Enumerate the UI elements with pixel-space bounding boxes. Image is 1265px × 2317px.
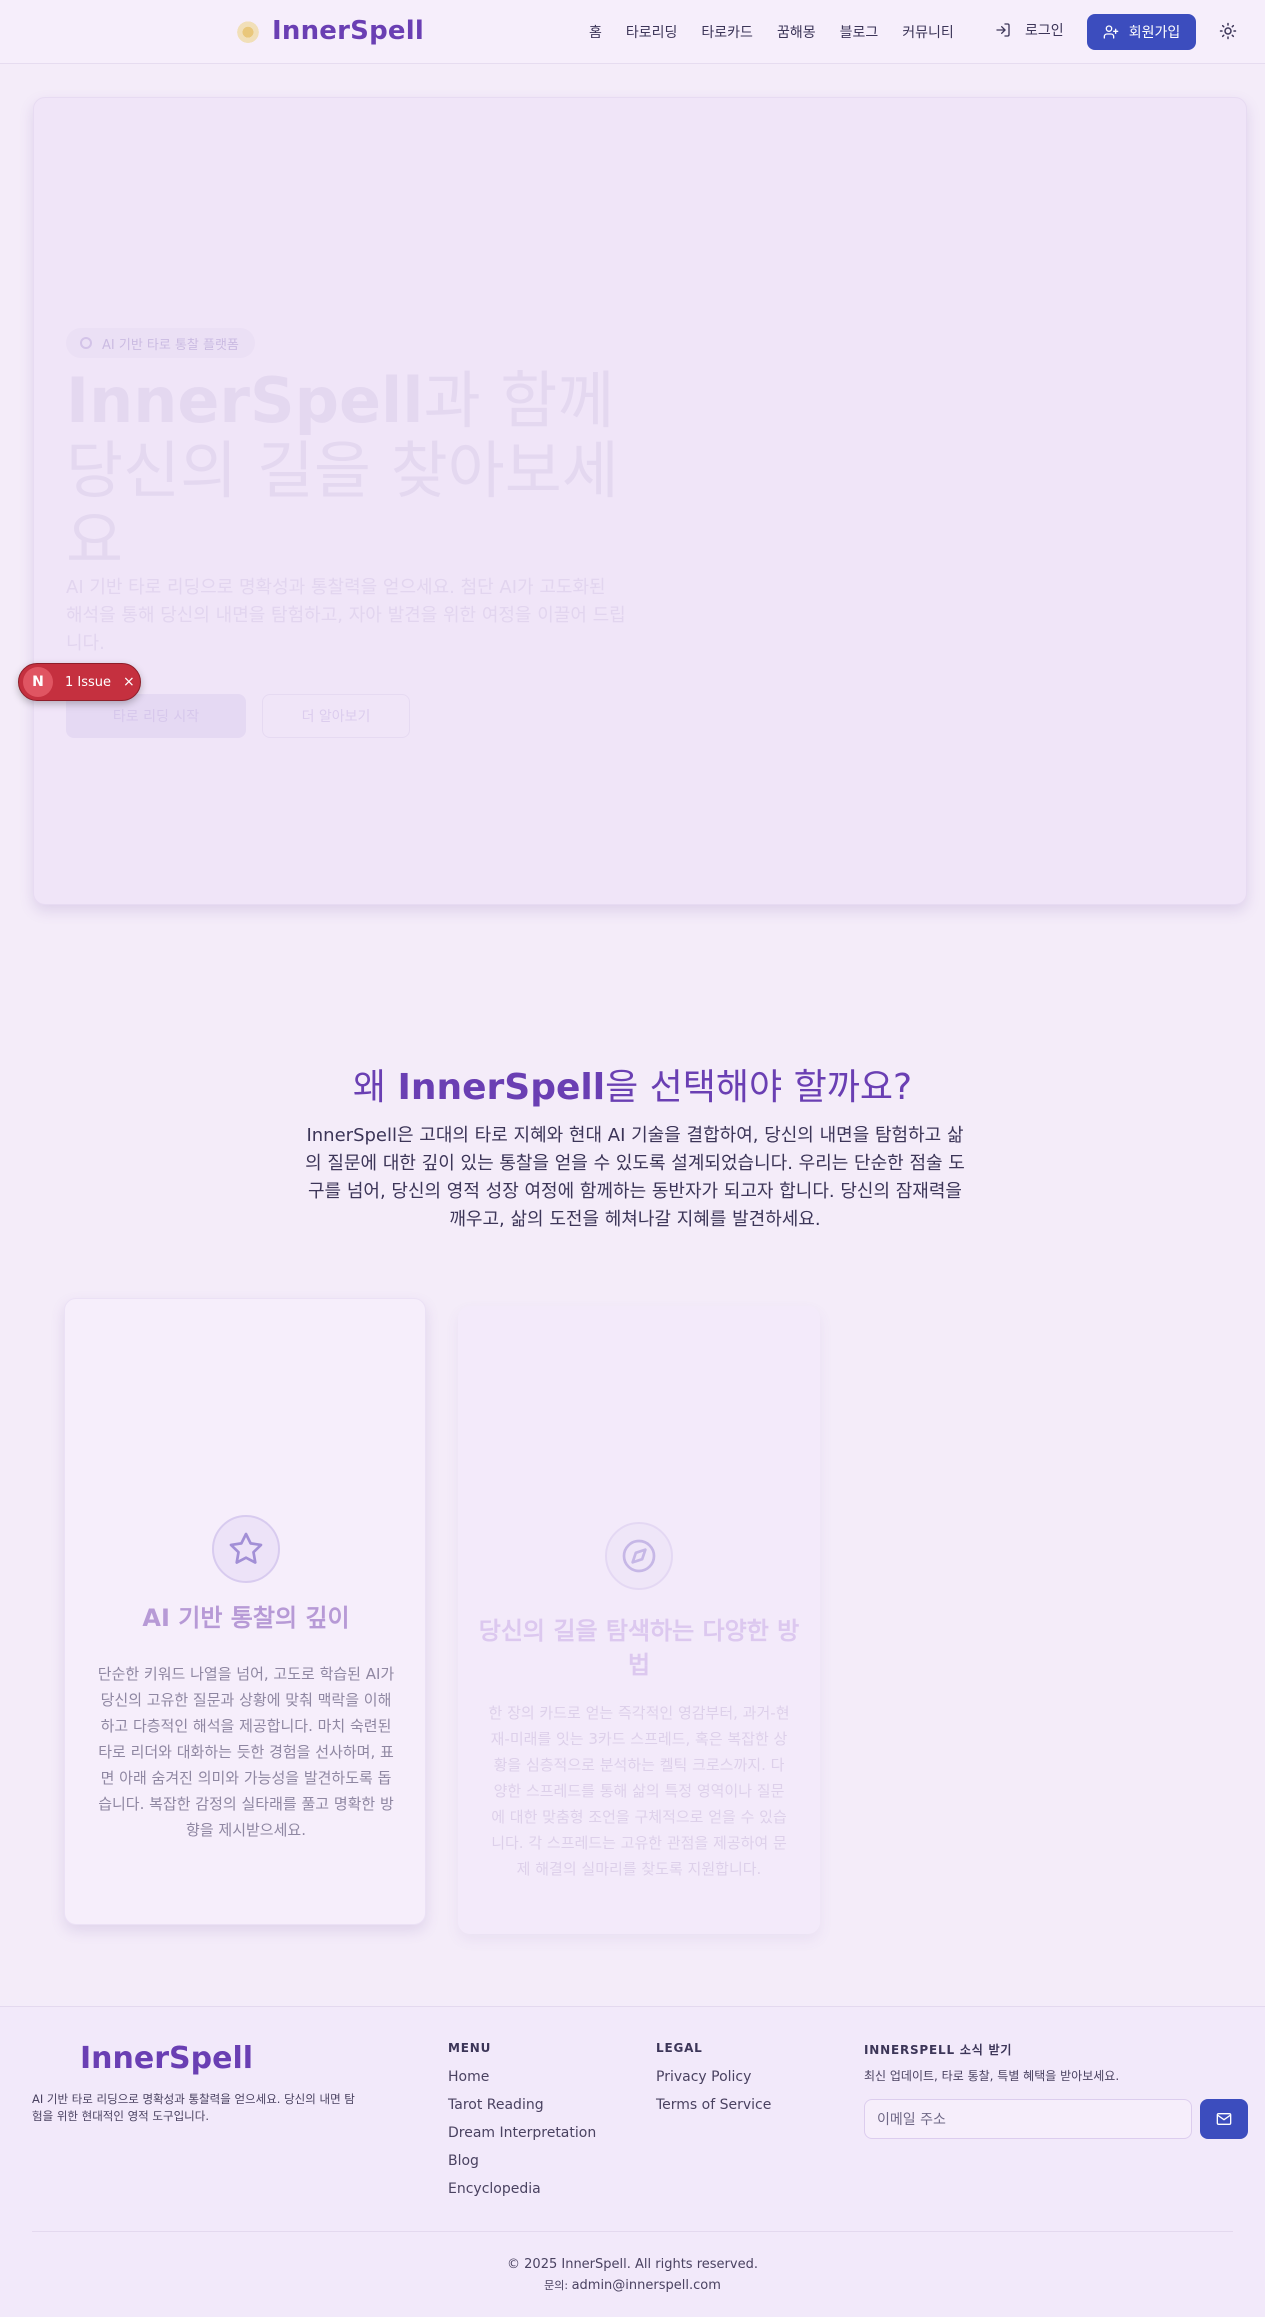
card-title: AI 기반 통찰의 깊이 — [142, 1604, 350, 1632]
sun-icon — [1219, 22, 1237, 40]
site-footer: InnerSpell AI 기반 타로 리딩으로 명확성과 통찰력을 얻으세요.… — [0, 2006, 1265, 2317]
site-header: InnerSpell 홈 타로리딩 타로카드 꿈해몽 블로그 커뮤니티 로그인 … — [0, 0, 1265, 64]
why-title-post: 을 선택해야 할까요? — [605, 1067, 913, 1108]
main-nav: 홈 타로리딩 타로카드 꿈해몽 블로그 커뮤니티 — [589, 22, 978, 42]
footer-link-privacy[interactable]: Privacy Policy — [656, 2069, 751, 2085]
sparkle-icon — [80, 337, 92, 349]
nav-dream[interactable]: 꿈해몽 — [777, 22, 816, 42]
footer-divider — [32, 2231, 1233, 2232]
footer-contact-email[interactable]: admin@innerspell.com — [572, 2278, 721, 2293]
mail-icon — [1216, 2113, 1232, 2125]
footer-newsletter-title: INNERSPELL 소식 받기 — [864, 2043, 1013, 2057]
user-plus-icon — [1103, 25, 1119, 39]
feature-card: 당신의 길을 탐색하는 다양한 방법 한 장의 카드로 얻는 즉각적인 영감부터… — [458, 1306, 820, 1934]
footer-link-blog[interactable]: Blog — [448, 2153, 479, 2169]
hero-badge: AI 기반 타로 통찰 플랫폼 — [66, 328, 255, 358]
card-icon-wrap — [605, 1522, 673, 1590]
login-button[interactable]: 로그인 — [995, 20, 1064, 40]
footer-brand[interactable]: InnerSpell — [80, 2041, 253, 2076]
footer-link-tarot-reading[interactable]: Tarot Reading — [448, 2097, 544, 2113]
card-description: 한 장의 카드로 얻는 즉각적인 영감부터, 과거-현재-미래를 잇는 3카드 … — [488, 1704, 790, 1878]
theme-toggle-button[interactable] — [1219, 22, 1237, 44]
login-icon — [996, 23, 1010, 37]
hero-title: InnerSpell과 함께 당신의 길을 찾아보세요 — [66, 366, 626, 576]
brand-eye-icon — [236, 19, 260, 43]
hero-description: AI 기반 타로 리딩으로 명확성과 통찰력을 얻으세요. 첨단 AI가 고도화… — [66, 577, 626, 654]
footer-link-dream[interactable]: Dream Interpretation — [448, 2125, 596, 2141]
footer-menu-title: MENU — [448, 2041, 492, 2055]
signup-label: 회원가입 — [1128, 25, 1181, 41]
nav-home[interactable]: 홈 — [589, 22, 602, 42]
feature-card: AI 기반 통찰의 깊이 단순한 키워드 나열을 넘어, 고도로 학습된 AI가… — [64, 1298, 426, 1925]
footer-copyright: © 2025 InnerSpell. All rights reserved. — [507, 2257, 758, 2272]
brand-logo[interactable]: InnerSpell — [236, 16, 424, 46]
footer-link-encyclopedia[interactable]: Encyclopedia — [448, 2181, 541, 2197]
footer-legal-title: LEGAL — [656, 2041, 703, 2055]
newsletter-email-input[interactable]: 이메일 주소 — [864, 2099, 1192, 2139]
card-description: 단순한 키워드 나열을 넘어, 고도로 학습된 AI가 당신의 고유한 질문과 … — [97, 1665, 395, 1839]
footer-newsletter-desc: 최신 업데이트, 타로 통찰, 특별 혜택을 받아보세요. — [864, 2069, 1120, 2083]
footer-contact-label: 문의: — [544, 2279, 572, 2292]
nav-tarot-cards[interactable]: 타로카드 — [701, 22, 753, 42]
issue-indicator[interactable]: N 1 Issue × — [18, 663, 141, 701]
footer-tagline: AI 기반 타로 리딩으로 명확성과 통찰력을 얻으세요. 당신의 내면 탐험을… — [32, 2092, 355, 2123]
hero-section: AI 기반 타로 통찰 플랫폼 InnerSpell과 함께 당신의 길을 찾아… — [33, 97, 1247, 905]
login-label: 로그인 — [1025, 23, 1064, 39]
close-icon[interactable]: × — [123, 674, 135, 690]
card-icon-wrap — [212, 1515, 280, 1583]
compass-icon — [622, 1539, 656, 1573]
brand-name: InnerSpell — [272, 16, 424, 46]
hero-badge-label: AI 기반 타로 통찰 플랫폼 — [102, 337, 239, 353]
why-title-brand: InnerSpell — [397, 1067, 606, 1108]
newsletter-subscribe-button[interactable] — [1200, 2099, 1248, 2139]
footer-link-home[interactable]: Home — [448, 2069, 489, 2085]
star-icon — [229, 1532, 263, 1564]
nav-blog[interactable]: 블로그 — [840, 22, 879, 42]
why-title: 왜 InnerSpell을 선택해야 할까요? — [0, 1058, 1265, 1110]
nav-tarot-reading[interactable]: 타로리딩 — [626, 22, 678, 42]
hero-title-brand: InnerSpell — [66, 364, 424, 437]
why-title-pre: 왜 — [352, 1067, 398, 1108]
footer-contact: 문의: admin@innerspell.com — [0, 2277, 1265, 2293]
learn-more-button[interactable]: 더 알아보기 — [262, 694, 410, 738]
nextjs-logo-icon: N — [23, 667, 53, 697]
footer-link-terms[interactable]: Terms of Service — [656, 2097, 771, 2113]
nav-community[interactable]: 커뮤니티 — [902, 22, 954, 42]
signup-button[interactable]: 회원가입 — [1087, 14, 1196, 50]
issue-count: 1 Issue — [65, 674, 112, 690]
why-description: InnerSpell은 고대의 타로 지혜와 현대 AI 기술을 결합하여, 당… — [305, 1125, 965, 1230]
card-title: 당신의 길을 탐색하는 다양한 방법 — [478, 1617, 800, 1679]
